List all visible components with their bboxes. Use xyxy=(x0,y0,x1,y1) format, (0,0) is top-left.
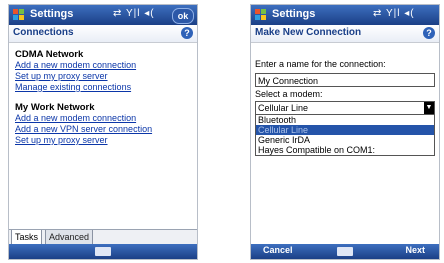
page-header: Connections ? xyxy=(9,25,197,43)
link-add-vpn-connection[interactable]: Add a new VPN server connection xyxy=(15,124,193,135)
status-icons[interactable]: ⇄ Y|l ◂( xyxy=(113,8,155,19)
modem-options-list: Bluetooth Cellular Line Generic IrDA Hay… xyxy=(255,115,435,156)
link-add-modem-connection[interactable]: Add a new modem connection xyxy=(15,60,193,71)
windows-start-icon[interactable] xyxy=(13,9,25,21)
connections-screen: Settings ⇄ Y|l ◂( ok Connections ? CDMA … xyxy=(8,4,198,260)
app-title: Settings xyxy=(272,8,316,20)
section-title-cdma: CDMA Network xyxy=(15,49,84,60)
dropdown-arrow-icon[interactable]: ▼ xyxy=(424,102,434,114)
softkey-bar: Cancel Next xyxy=(251,244,439,259)
title-bar: Settings ⇄ Y|l ◂( xyxy=(251,5,439,25)
title-bar: Settings ⇄ Y|l ◂( ok xyxy=(9,5,197,25)
status-icons[interactable]: ⇄ Y|l ◂( xyxy=(373,8,415,19)
windows-start-icon[interactable] xyxy=(255,9,267,21)
help-icon[interactable]: ? xyxy=(423,27,435,39)
modem-label: Select a modem: xyxy=(255,89,323,99)
make-new-connection-screen: Settings ⇄ Y|l ◂( Make New Connection ? … xyxy=(250,4,440,260)
connections-content: CDMA Network Add a new modem connection … xyxy=(15,49,193,146)
link-add-modem-connection-work[interactable]: Add a new modem connection xyxy=(15,113,193,124)
section-title-work: My Work Network xyxy=(15,102,95,113)
help-icon[interactable]: ? xyxy=(181,27,193,39)
link-manage-existing-connections[interactable]: Manage existing connections xyxy=(15,82,193,93)
cancel-softkey[interactable]: Cancel xyxy=(263,245,293,255)
modem-option-hayes-com1[interactable]: Hayes Compatible on COM1: xyxy=(256,145,434,155)
modem-select[interactable]: Cellular Line ▼ xyxy=(255,101,435,115)
modem-option-generic-irda[interactable]: Generic IrDA xyxy=(256,135,434,145)
modem-option-bluetooth[interactable]: Bluetooth xyxy=(256,115,434,125)
page-title: Connections xyxy=(13,27,74,38)
app-title: Settings xyxy=(30,8,74,20)
modem-selected-value: Cellular Line xyxy=(258,103,309,113)
link-setup-proxy-server[interactable]: Set up my proxy server xyxy=(15,71,193,82)
link-setup-proxy-server-work[interactable]: Set up my proxy server xyxy=(15,135,193,146)
modem-option-cellular-line[interactable]: Cellular Line xyxy=(256,125,434,135)
connection-name-input[interactable]: My Connection xyxy=(255,73,435,87)
keyboard-icon[interactable] xyxy=(95,247,111,256)
softkey-bar xyxy=(9,244,197,259)
next-softkey[interactable]: Next xyxy=(405,245,425,255)
page-title: Make New Connection xyxy=(255,27,362,38)
keyboard-icon[interactable] xyxy=(337,247,353,256)
ok-button[interactable]: ok xyxy=(172,8,194,24)
name-label: Enter a name for the connection: xyxy=(255,59,386,69)
page-header: Make New Connection ? xyxy=(251,25,439,43)
